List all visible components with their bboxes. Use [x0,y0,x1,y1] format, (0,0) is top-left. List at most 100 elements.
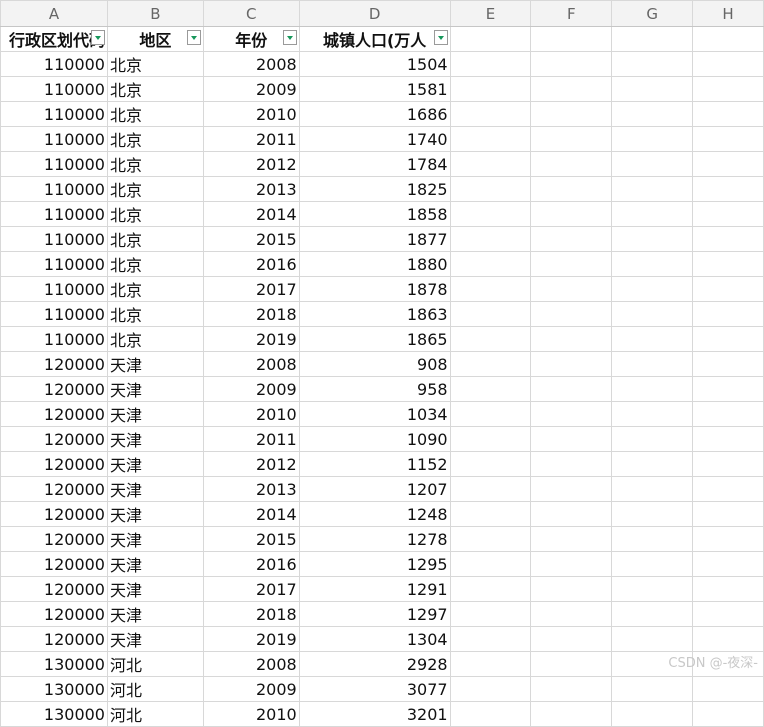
cell-region-code[interactable]: 120000 [0,451,108,477]
cell-urban-population[interactable]: 1304 [298,626,451,652]
cell-empty[interactable] [611,76,694,102]
cell-empty[interactable] [611,601,694,627]
cell-region-code[interactable]: 120000 [0,476,108,502]
cell-empty[interactable] [449,276,532,302]
cell-urban-population[interactable]: 1784 [298,151,451,177]
cell-year[interactable]: 2013 [202,176,300,202]
cell-empty[interactable] [692,451,764,477]
cell-empty[interactable] [692,51,764,77]
cell-empty[interactable] [449,401,532,427]
cell-empty[interactable] [449,151,532,177]
cell-empty[interactable] [449,601,532,627]
cell-empty[interactable] [611,101,694,127]
cell-year[interactable]: 2013 [202,476,300,502]
cell-empty[interactable] [530,701,613,727]
cell-empty[interactable] [449,176,532,202]
cell-year[interactable]: 2015 [202,226,300,252]
cell-empty[interactable] [611,401,694,427]
cell-year[interactable]: 2018 [202,301,300,327]
cell-empty[interactable] [611,551,694,577]
cell-empty[interactable] [530,376,613,402]
cell-urban-population[interactable]: 1865 [298,326,451,352]
cell-urban-population[interactable]: 1686 [298,101,451,127]
cell-year[interactable]: 2009 [202,376,300,402]
cell-empty[interactable] [530,276,613,302]
cell-region-code[interactable]: 130000 [0,701,108,727]
cell-urban-population[interactable]: 1863 [298,301,451,327]
cell-region-name[interactable]: 天津 [106,476,204,502]
cell-empty[interactable] [449,551,532,577]
cell-year[interactable]: 2008 [202,651,300,677]
cell-empty[interactable] [530,551,613,577]
cell-urban-population[interactable]: 1248 [298,501,451,527]
cell-region-code[interactable]: 120000 [0,501,108,527]
filter-dropdown-icon[interactable] [90,30,105,45]
filter-dropdown-icon[interactable] [433,30,448,45]
cell-region-name[interactable]: 天津 [106,351,204,377]
cell-urban-population[interactable]: 1278 [298,526,451,552]
cell-region-code[interactable]: 110000 [0,126,108,152]
cell-year[interactable]: 2010 [202,101,300,127]
cell-empty[interactable] [611,151,694,177]
cell-empty[interactable] [530,151,613,177]
cell-empty[interactable] [530,176,613,202]
cell-year[interactable]: 2015 [202,526,300,552]
cell-empty[interactable] [611,351,694,377]
cell-empty[interactable] [611,176,694,202]
cell-empty[interactable] [449,576,532,602]
cell-region-name[interactable]: 天津 [106,426,204,452]
cell-empty[interactable] [449,26,532,52]
cell-empty[interactable] [611,701,694,727]
cell-empty[interactable] [530,526,613,552]
cell-empty[interactable] [611,476,694,502]
cell-region-name[interactable]: 北京 [106,276,204,302]
cell-empty[interactable] [611,526,694,552]
cell-empty[interactable] [449,226,532,252]
cell-empty[interactable] [449,426,532,452]
cell-empty[interactable] [530,51,613,77]
cell-empty[interactable] [611,451,694,477]
cell-empty[interactable] [692,176,764,202]
cell-empty[interactable] [611,51,694,77]
cell-region-code[interactable]: 110000 [0,201,108,227]
cell-empty[interactable] [449,376,532,402]
cell-empty[interactable] [449,626,532,652]
cell-region-code[interactable]: 110000 [0,176,108,202]
cell-urban-population[interactable]: 1878 [298,276,451,302]
cell-empty[interactable] [449,701,532,727]
cell-urban-population[interactable]: 1291 [298,576,451,602]
cell-empty[interactable] [692,426,764,452]
cell-region-code[interactable]: 120000 [0,426,108,452]
cell-region-code[interactable]: 120000 [0,526,108,552]
cell-empty[interactable] [692,626,764,652]
cell-empty[interactable] [449,526,532,552]
cell-year[interactable]: 2010 [202,701,300,727]
cell-region-name[interactable]: 天津 [106,376,204,402]
cell-region-name[interactable]: 北京 [106,301,204,327]
cell-urban-population[interactable]: 3077 [298,676,451,702]
cell-empty[interactable] [530,101,613,127]
cell-year[interactable]: 2019 [202,326,300,352]
cell-year[interactable]: 2009 [202,76,300,102]
cell-empty[interactable] [530,676,613,702]
field-header-cell-code[interactable]: 行政区划代码 [0,26,108,52]
cell-empty[interactable] [692,101,764,127]
cell-empty[interactable] [530,626,613,652]
cell-year[interactable]: 2012 [202,151,300,177]
cell-region-name[interactable]: 北京 [106,51,204,77]
cell-region-code[interactable]: 120000 [0,351,108,377]
cell-empty[interactable] [449,76,532,102]
cell-region-code[interactable]: 120000 [0,401,108,427]
cell-year[interactable]: 2008 [202,51,300,77]
cell-empty[interactable] [530,26,613,52]
cell-urban-population[interactable]: 1740 [298,126,451,152]
cell-year[interactable]: 2017 [202,576,300,602]
cell-urban-population[interactable]: 1880 [298,251,451,277]
cell-empty[interactable] [530,226,613,252]
column-header-d[interactable]: D [298,0,451,27]
cell-region-code[interactable]: 110000 [0,301,108,327]
cell-empty[interactable] [449,651,532,677]
column-header-f[interactable]: F [530,0,613,27]
cell-empty[interactable] [692,501,764,527]
cell-region-code[interactable]: 110000 [0,326,108,352]
